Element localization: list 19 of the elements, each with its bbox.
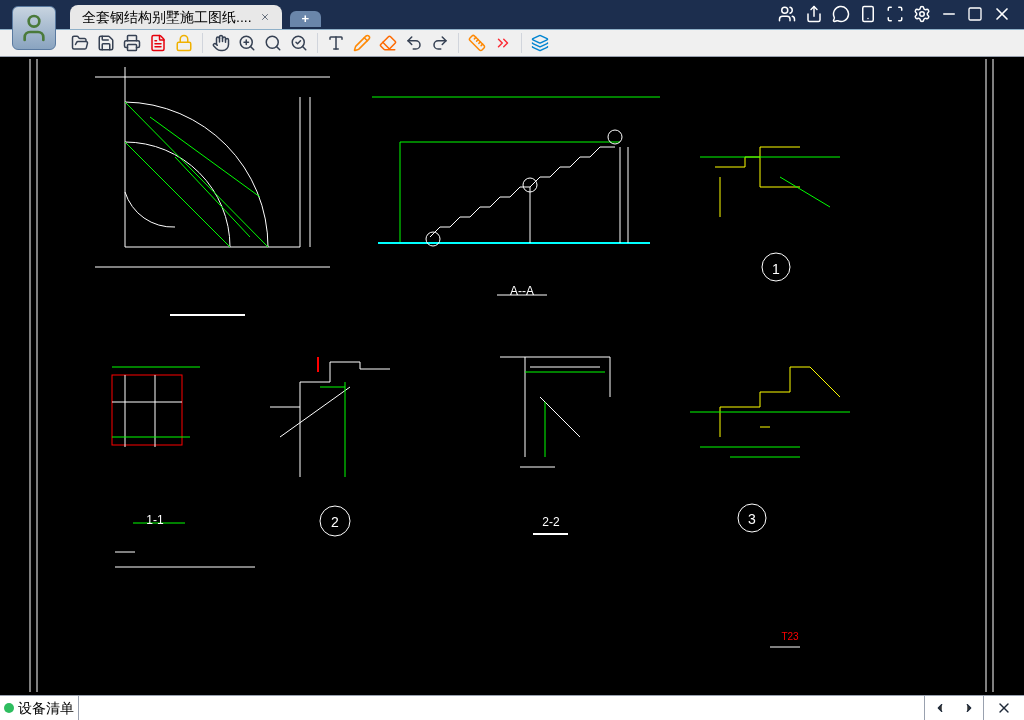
maximize-icon[interactable] — [967, 6, 983, 22]
new-tab-button[interactable]: + — [289, 11, 322, 27]
drawing-label: 3 — [748, 510, 756, 527]
drawing-label: 1 — [772, 260, 780, 277]
drawing-label: A--A — [510, 284, 534, 299]
drawing-label: T23 — [781, 630, 799, 642]
status-item[interactable]: 设备清单 — [0, 696, 79, 720]
drawing-label: 2 — [331, 513, 339, 530]
drawing-label: 2-2 — [542, 515, 560, 530]
phone-icon[interactable] — [859, 5, 877, 23]
users-icon[interactable] — [778, 5, 796, 23]
share-icon[interactable] — [805, 5, 823, 23]
document-tab[interactable]: 全套钢结构别墅施工图纸.... — [70, 5, 282, 29]
settings-icon[interactable] — [913, 5, 931, 23]
drawing-label: 1-1 — [146, 513, 164, 528]
status-label: 设备清单 — [18, 698, 74, 718]
fullscreen-icon[interactable] — [886, 5, 904, 23]
avatar[interactable] — [12, 6, 56, 50]
chat-icon[interactable] — [832, 5, 850, 23]
